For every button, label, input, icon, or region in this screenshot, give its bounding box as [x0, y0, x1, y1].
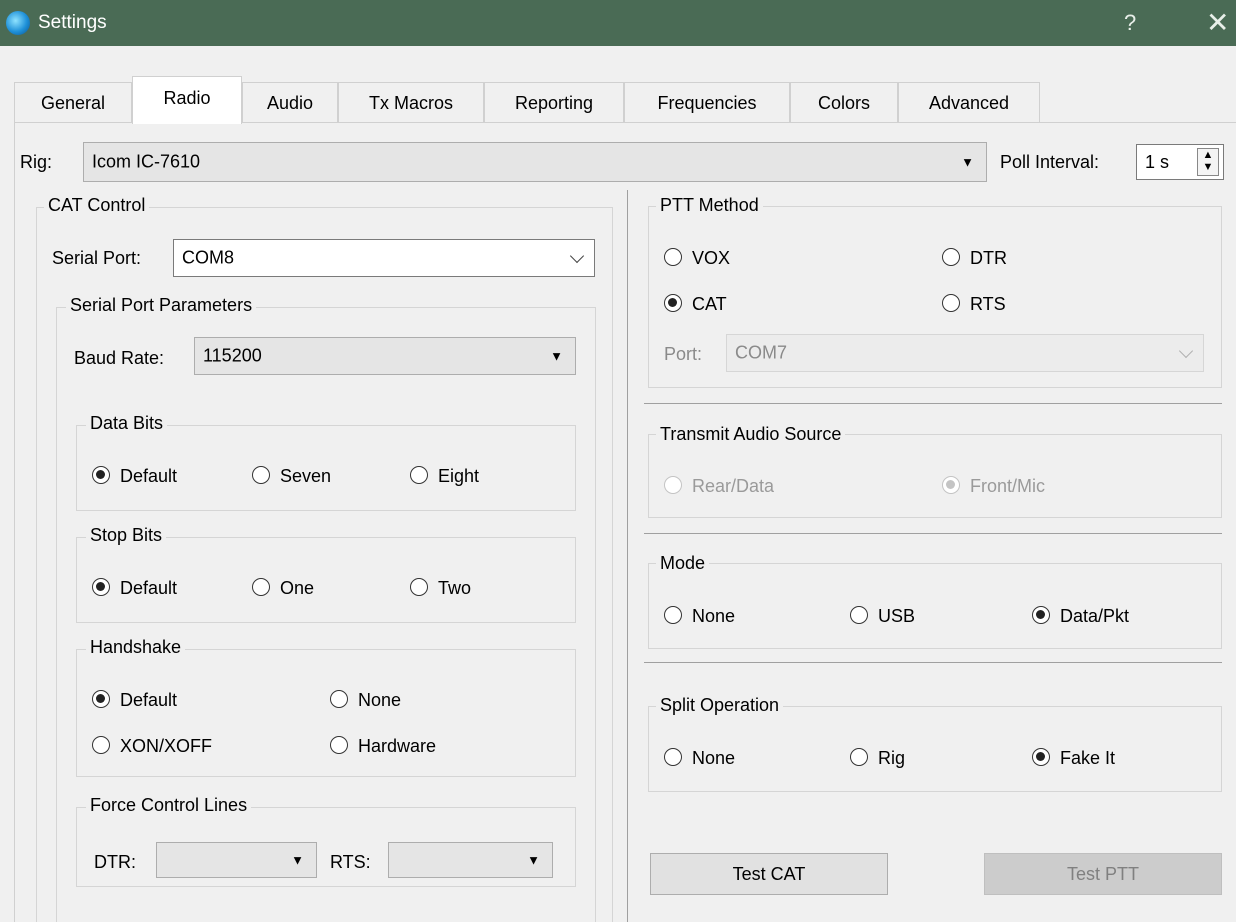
mode-usb-radio[interactable]: USB [850, 604, 915, 628]
chevron-down-icon [1178, 343, 1194, 359]
chevron-down-icon [569, 248, 585, 264]
title-bar: Settings ? ✕ [0, 0, 1236, 46]
radio-dot-icon [330, 736, 348, 755]
help-button[interactable]: ? [1124, 10, 1136, 36]
tab-audio[interactable]: Audio [242, 82, 338, 122]
stop-bits-title: Stop Bits [86, 525, 167, 546]
poll-interval-spinbox[interactable]: 1 s ▲ ▼ [1136, 144, 1224, 180]
separator [644, 403, 1222, 404]
radio-dot-icon [850, 748, 868, 767]
tx-audio-front-mic-radio[interactable]: Front/Mic [942, 474, 1045, 498]
rts-label: RTS: [330, 852, 371, 872]
transmit-audio-source-title: Transmit Audio Source [656, 424, 846, 445]
split-rig-radio[interactable]: Rig [850, 746, 905, 770]
radio-dot-icon [850, 606, 868, 625]
force-control-lines-title: Force Control Lines [86, 795, 252, 816]
dropdown-arrow-icon: ▼ [961, 154, 974, 170]
tx-audio-rear-data-radio[interactable]: Rear/Data [664, 474, 774, 498]
test-cat-button[interactable]: Test CAT [650, 853, 888, 895]
ptt-port-combo[interactable]: COM7 [726, 334, 1204, 372]
spin-arrows-icon[interactable]: ▲ ▼ [1197, 148, 1219, 176]
data-bits-default-radio[interactable]: Default [92, 464, 177, 488]
handshake-none-radio[interactable]: None [330, 688, 401, 712]
separator [644, 662, 1222, 663]
baud-rate-label: Baud Rate: [74, 348, 165, 368]
tab-colors[interactable]: Colors [790, 82, 898, 122]
radio-dot-icon [410, 466, 428, 485]
radio-dot-icon [92, 736, 110, 755]
ptt-rts-radio[interactable]: RTS [942, 292, 1006, 316]
split-none-radio[interactable]: None [664, 746, 735, 770]
serial-port-value: COM8 [182, 247, 235, 268]
serial-port-label: Serial Port: [52, 248, 142, 268]
radio-dot-icon [92, 690, 110, 709]
dropdown-arrow-icon: ▼ [550, 348, 563, 364]
dtr-label: DTR: [94, 852, 136, 872]
separator [644, 533, 1222, 534]
rig-combo[interactable]: Icom IC-7610 ▼ [83, 142, 987, 182]
dropdown-arrow-icon: ▼ [527, 852, 540, 868]
stop-bits-one-radio[interactable]: One [252, 576, 314, 600]
tab-advanced[interactable]: Advanced [898, 82, 1040, 122]
split-fake-it-radio[interactable]: Fake It [1032, 746, 1115, 770]
radio-dot-icon [942, 248, 960, 267]
ptt-cat-radio[interactable]: CAT [664, 292, 727, 316]
radio-dot-icon [410, 578, 428, 597]
radio-dot-icon [664, 294, 682, 313]
tab-general[interactable]: General [14, 82, 132, 122]
tab-radio[interactable]: Radio [132, 76, 242, 124]
data-bits-title: Data Bits [86, 413, 168, 434]
handshake-title: Handshake [86, 637, 186, 658]
radio-dot-icon [664, 248, 682, 267]
split-operation-title: Split Operation [656, 695, 784, 716]
handshake-hardware-radio[interactable]: Hardware [330, 734, 436, 758]
radio-dot-icon [92, 466, 110, 485]
radio-dot-icon [252, 466, 270, 485]
radio-dot-icon [92, 578, 110, 597]
poll-interval-value: 1 s [1145, 152, 1170, 172]
radio-dot-icon [664, 748, 682, 767]
radio-dot-icon [1032, 748, 1050, 767]
serial-port-parameters-title: Serial Port Parameters [66, 295, 257, 316]
stop-bits-default-radio[interactable]: Default [92, 576, 177, 600]
mode-none-radio[interactable]: None [664, 604, 735, 628]
mode-title: Mode [656, 553, 710, 574]
ptt-dtr-radio[interactable]: DTR [942, 246, 1007, 270]
column-divider [627, 190, 628, 922]
serial-port-combo[interactable]: COM8 [173, 239, 595, 277]
baud-rate-value: 115200 [203, 345, 262, 366]
baud-rate-combo[interactable]: 115200 ▼ [194, 337, 576, 375]
data-bits-seven-radio[interactable]: Seven [252, 464, 331, 488]
radio-dot-icon [664, 606, 682, 625]
rig-value: Icom IC-7610 [92, 151, 201, 172]
radio-dot-icon [330, 690, 348, 709]
handshake-xon-xoff-radio[interactable]: XON/XOFF [92, 734, 212, 758]
app-icon [6, 11, 30, 35]
radio-dot-icon [664, 476, 682, 495]
close-icon[interactable]: ✕ [1206, 6, 1229, 39]
tab-tx-macros[interactable]: Tx Macros [338, 82, 484, 122]
dropdown-arrow-icon: ▼ [291, 852, 304, 868]
rts-combo[interactable]: ▼ [388, 842, 553, 878]
ptt-port-value: COM7 [735, 342, 788, 363]
ptt-method-title: PTT Method [656, 195, 763, 216]
tab-reporting[interactable]: Reporting [484, 82, 624, 122]
stop-bits-two-radio[interactable]: Two [410, 576, 471, 600]
data-bits-eight-radio[interactable]: Eight [410, 464, 479, 488]
mode-data-pkt-radio[interactable]: Data/Pkt [1032, 604, 1129, 628]
rig-label: Rig: [20, 152, 53, 172]
radio-dot-icon [1032, 606, 1050, 625]
radio-dot-icon [252, 578, 270, 597]
radio-dot-icon [942, 476, 960, 495]
poll-interval-label: Poll Interval: [1000, 152, 1100, 172]
handshake-default-radio[interactable]: Default [92, 688, 177, 712]
dtr-combo[interactable]: ▼ [156, 842, 317, 878]
ptt-vox-radio[interactable]: VOX [664, 246, 730, 270]
radio-dot-icon [942, 294, 960, 313]
cat-control-title: CAT Control [44, 195, 150, 216]
test-ptt-button[interactable]: Test PTT [984, 853, 1222, 895]
ptt-port-label: Port: [664, 344, 703, 364]
window-title: Settings [38, 12, 107, 33]
tab-frequencies[interactable]: Frequencies [624, 82, 790, 122]
